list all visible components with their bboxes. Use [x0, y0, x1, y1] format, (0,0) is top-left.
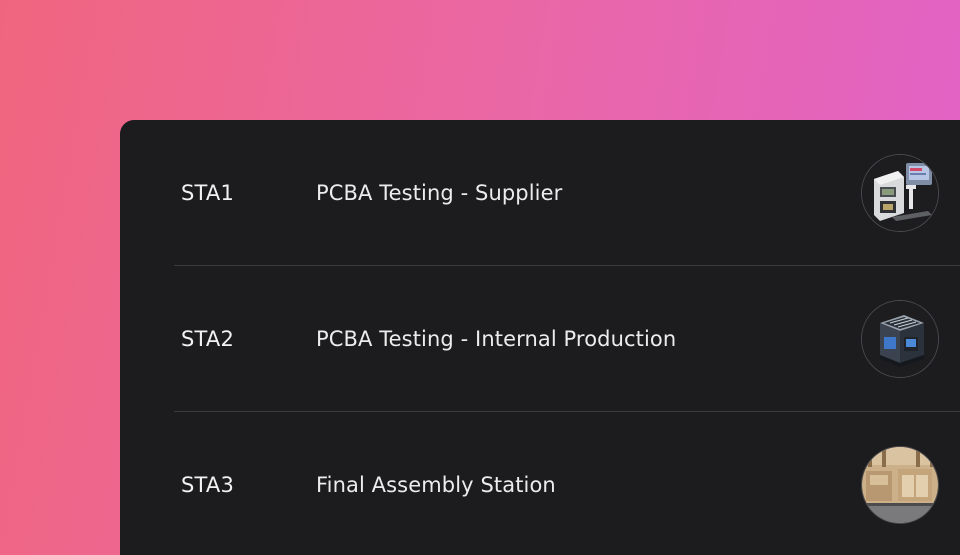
supplier-test-rig-icon [861, 153, 939, 232]
station-title: PCBA Testing - Internal Production [316, 326, 677, 351]
station-code: STA3 [181, 473, 235, 497]
station-row-sta2[interactable]: STA2 PCBA Testing - Internal Production [174, 266, 960, 412]
station-code: STA2 [181, 326, 235, 351]
station-title: PCBA Testing - Supplier [316, 180, 563, 205]
station-code: STA1 [181, 180, 235, 205]
station-title: Final Assembly Station [316, 473, 556, 497]
station-row-sta1[interactable]: STA1 PCBA Testing - Supplier [174, 120, 960, 266]
station-row-sta3[interactable]: STA3 Final Assembly Station [174, 412, 960, 555]
internal-test-enclosure-icon [861, 299, 939, 378]
assembly-station-icon [861, 446, 939, 524]
station-list-panel: STA1 PCBA Testing - Supplier STA2 PCBA T… [120, 120, 960, 555]
